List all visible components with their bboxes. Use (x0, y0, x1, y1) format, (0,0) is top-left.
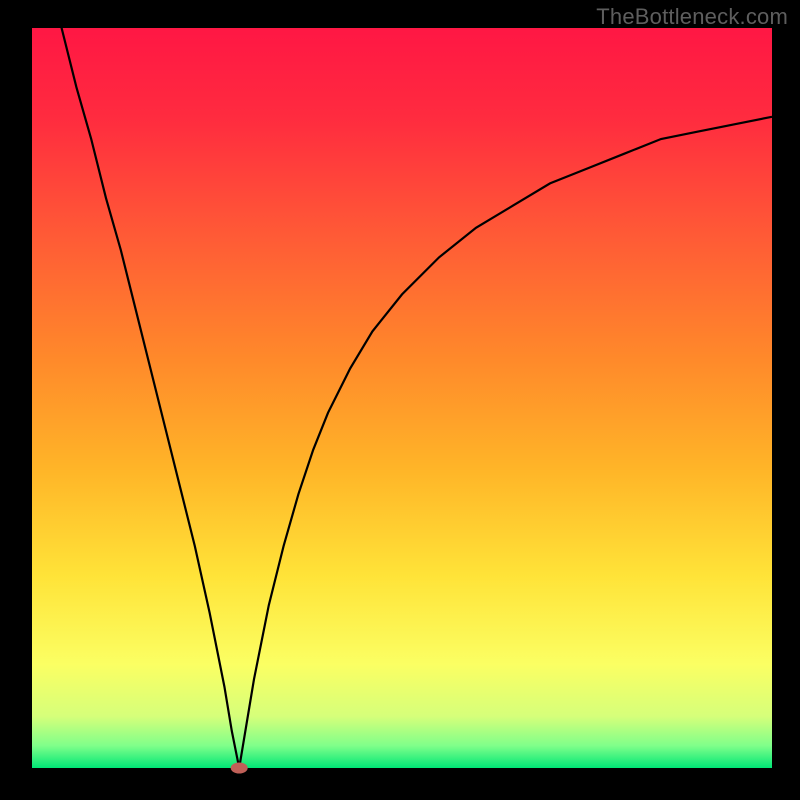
chart-container: TheBottleneck.com (0, 0, 800, 800)
watermark: TheBottleneck.com (596, 4, 788, 30)
bottleneck-curve-chart (0, 0, 800, 800)
optimal-point-marker (231, 763, 247, 773)
